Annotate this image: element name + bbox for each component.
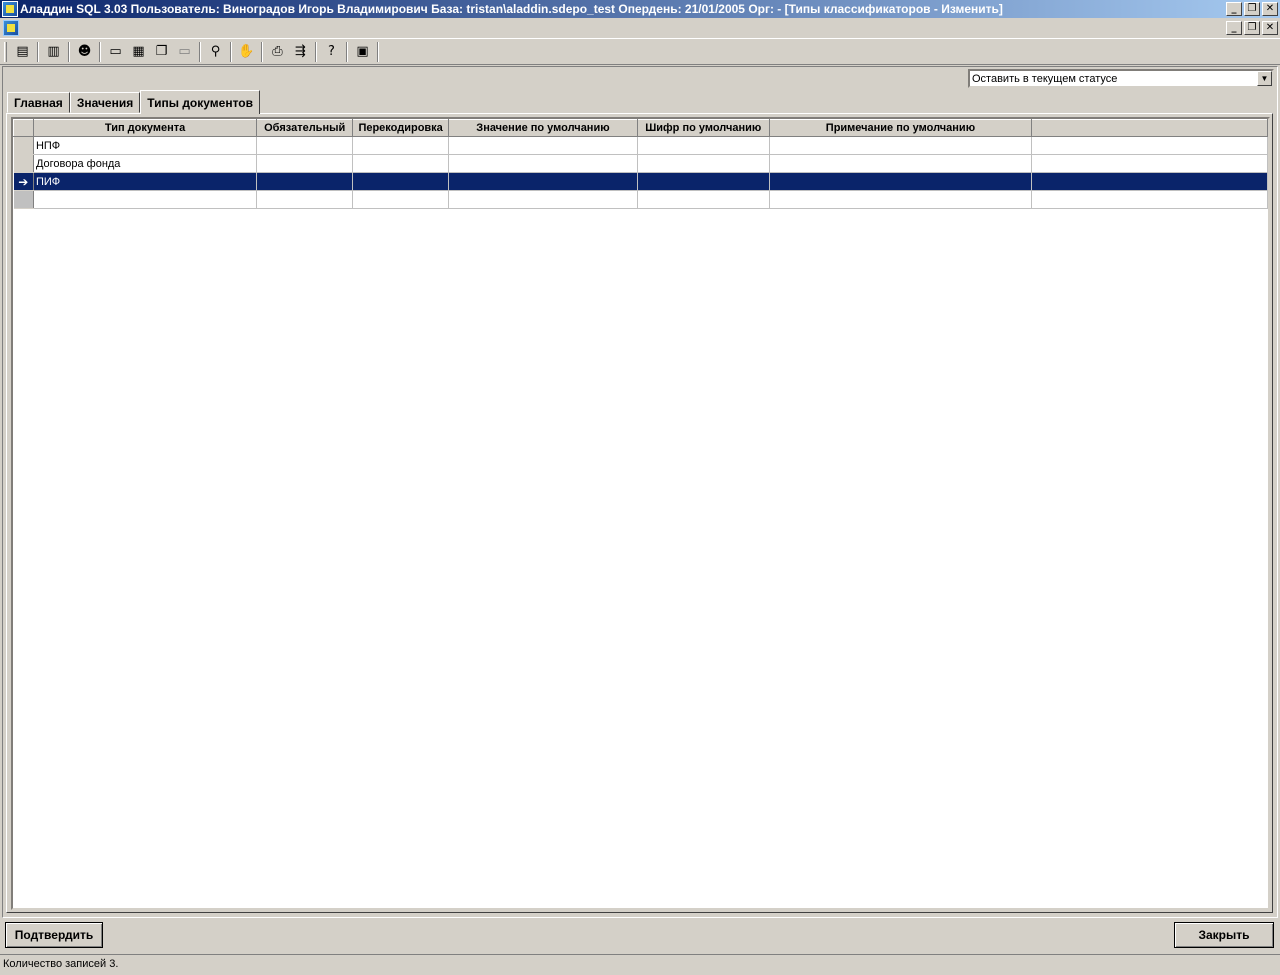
table-cell[interactable]: [352, 172, 450, 191]
record-count-text: Количество записей 3.: [3, 958, 119, 970]
table-cell[interactable]: [448, 190, 638, 209]
table-cell[interactable]: Договора фонда: [33, 154, 258, 173]
table-cell[interactable]: [1031, 172, 1268, 191]
table-cell[interactable]: [1031, 154, 1268, 173]
current-row-arrow-icon[interactable]: ➔: [13, 172, 34, 191]
binoculars-icon[interactable]: ⚲: [204, 41, 227, 63]
table-cell[interactable]: [769, 190, 1033, 209]
table-cell[interactable]: НПФ: [33, 136, 258, 155]
toolbar-grip[interactable]: [4, 41, 7, 62]
stop-icon[interactable]: ✋: [235, 41, 258, 63]
table-cell[interactable]: [448, 136, 638, 155]
tile-icon[interactable]: ▦: [127, 41, 150, 63]
table-cell[interactable]: [637, 172, 770, 191]
close-button[interactable]: Закрыть: [1174, 922, 1274, 948]
row-indicator[interactable]: [13, 190, 34, 209]
column-header[interactable]: Тип документа: [32, 119, 258, 137]
document-icon[interactable]: [3, 19, 19, 36]
table-cell[interactable]: ПИФ: [33, 172, 258, 191]
title-bar: Аладдин SQL 3.03 Пользователь: Виноградо…: [0, 0, 1280, 18]
table-cell[interactable]: [769, 172, 1033, 191]
table-cell[interactable]: [769, 154, 1033, 173]
tab-document-types[interactable]: Типы документов: [140, 90, 261, 114]
column-header[interactable]: Перекодировка: [352, 119, 450, 137]
calculator-icon[interactable]: ▣: [351, 41, 374, 63]
column-header[interactable]: Шифр по умолчанию: [636, 119, 770, 137]
help-icon[interactable]: ?: [320, 41, 343, 63]
arrange-icon[interactable]: ▭: [173, 41, 196, 63]
column-header[interactable]: Значение по умолчанию: [448, 119, 638, 137]
table-cell[interactable]: [352, 154, 450, 173]
confirm-button[interactable]: Подтвердить: [5, 922, 103, 948]
toolbar: ▤ ▥ ☻ ▭ ▦ ❐ ▭ ⚲ ✋ ⎙ ⇶ ? ▣: [0, 38, 1280, 65]
table-cell[interactable]: [352, 190, 450, 209]
table-cell[interactable]: [637, 190, 770, 209]
child-close-button[interactable]: ✕: [1262, 20, 1278, 35]
database-icon[interactable]: ▥: [42, 41, 65, 63]
export-icon[interactable]: ⇶: [289, 41, 312, 63]
row-indicator[interactable]: [13, 154, 34, 173]
table-cell[interactable]: [769, 136, 1033, 155]
table-cell[interactable]: [256, 136, 354, 155]
status-select[interactable]: Оставить в текущем статусе ▼: [968, 69, 1274, 88]
table-cell[interactable]: [637, 136, 770, 155]
table-cell[interactable]: [1031, 190, 1268, 209]
table-cell[interactable]: [33, 190, 258, 209]
table-cell[interactable]: [448, 154, 638, 173]
status-bar: Количество записей 3.: [0, 954, 1280, 973]
table-cell[interactable]: [637, 154, 770, 173]
tab-strip: Главная Значения Типы документов: [7, 89, 261, 114]
user-icon[interactable]: ☻: [73, 41, 96, 63]
cascade-icon[interactable]: ❐: [150, 41, 173, 63]
column-header[interactable]: Примечание по умолчанию: [768, 119, 1033, 137]
table-cell[interactable]: [256, 190, 354, 209]
table-cell[interactable]: [256, 172, 354, 191]
new-row[interactable]: [13, 190, 1268, 209]
table-row[interactable]: Договора фонда: [13, 154, 1268, 173]
table-cell[interactable]: [1031, 136, 1268, 155]
status-select-value: Оставить в текущем статусе: [972, 72, 1118, 85]
table-cell[interactable]: [352, 136, 450, 155]
tab-main[interactable]: Главная: [7, 92, 70, 113]
restore-button[interactable]: ❐: [1244, 2, 1260, 16]
tab-panel: Тип документа Обязательный Перекодировка…: [6, 113, 1273, 913]
close-window-button[interactable]: ✕: [1262, 2, 1278, 16]
table-cell[interactable]: [256, 154, 354, 173]
tab-values[interactable]: Значения: [69, 92, 141, 113]
window-icon[interactable]: ▭: [104, 41, 127, 63]
minimize-button[interactable]: _: [1226, 2, 1242, 16]
document-types-grid[interactable]: Тип документа Обязательный Перекодировка…: [11, 117, 1270, 910]
mdi-bar: _ ❐ ✕: [0, 18, 1280, 37]
row-indicator-header: [13, 119, 34, 137]
row-indicator[interactable]: [13, 136, 34, 155]
column-header[interactable]: Обязательный: [256, 119, 354, 137]
table-row[interactable]: НПФ: [13, 136, 1268, 155]
child-minimize-button[interactable]: _: [1226, 20, 1242, 35]
table-cell[interactable]: [448, 172, 638, 191]
chevron-down-icon[interactable]: ▼: [1257, 71, 1272, 86]
child-restore-button[interactable]: ❐: [1244, 20, 1260, 35]
form-panel: Оставить в текущем статусе ▼ Главная Зна…: [2, 66, 1278, 918]
app-icon[interactable]: [2, 1, 18, 17]
column-header[interactable]: [1031, 119, 1268, 137]
print-icon[interactable]: ⎙: [266, 41, 289, 63]
window-title: Аладдин SQL 3.03 Пользователь: Виноградо…: [20, 2, 1003, 16]
table-row-selected[interactable]: ➔ ПИФ: [13, 172, 1268, 191]
notes-icon[interactable]: ▤: [11, 41, 34, 63]
